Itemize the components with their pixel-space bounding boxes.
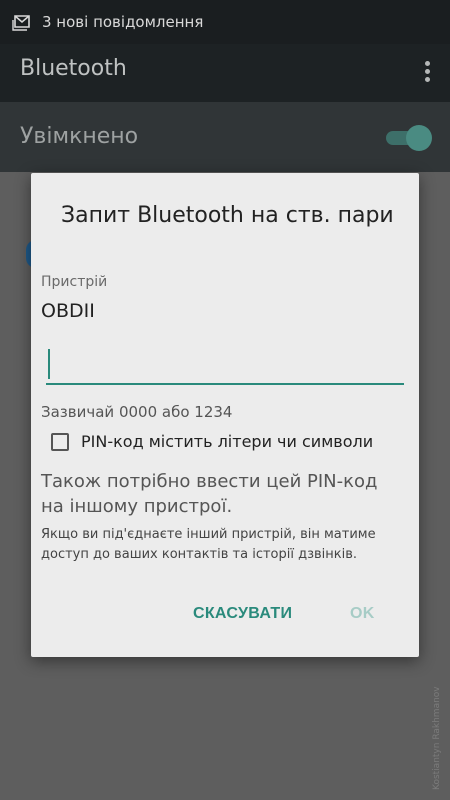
cancel-button[interactable]: СКАСУВАТИ: [193, 605, 292, 623]
text-cursor: [48, 349, 50, 379]
toggle-label: Увімкнено: [20, 124, 139, 149]
bluetooth-toggle-row[interactable]: Увімкнено: [0, 102, 450, 172]
page-title: Bluetooth: [20, 56, 127, 81]
pairing-dialog: Запит Bluetooth на ств. пари Пристрій OB…: [31, 173, 419, 657]
info-text-primary: Також потрібно ввести цей PIN-код на інш…: [41, 471, 378, 517]
watermark: Kostiantyn Rakhmanov: [432, 686, 442, 790]
pin-letters-checkbox[interactable]: [51, 433, 69, 451]
device-name: OBDII: [41, 300, 95, 322]
pin-input[interactable]: [46, 345, 404, 385]
dialog-title: Запит Bluetooth на ств. пари: [61, 203, 394, 228]
pin-hint: Зазвичай 0000 або 1234: [41, 403, 233, 421]
checkbox-label: PIN-код містить літери чи символи: [81, 432, 374, 451]
device-label: Пристрій: [41, 274, 108, 290]
info-text-secondary: Якщо ви під'єднаєте інший пристрій, він …: [41, 527, 376, 562]
more-vert-icon[interactable]: [422, 58, 432, 88]
bluetooth-switch[interactable]: [384, 124, 432, 151]
switch-thumb: [406, 125, 432, 151]
status-bar: 3 нові повідомлення: [0, 0, 450, 44]
mail-stack-icon: [12, 15, 30, 31]
ok-button[interactable]: OK: [350, 605, 375, 623]
pin-letters-checkbox-row[interactable]: PIN-код містить літери чи символи: [51, 431, 391, 457]
app-bar: Bluetooth: [0, 44, 450, 102]
notification-text: 3 нові повідомлення: [42, 13, 204, 31]
